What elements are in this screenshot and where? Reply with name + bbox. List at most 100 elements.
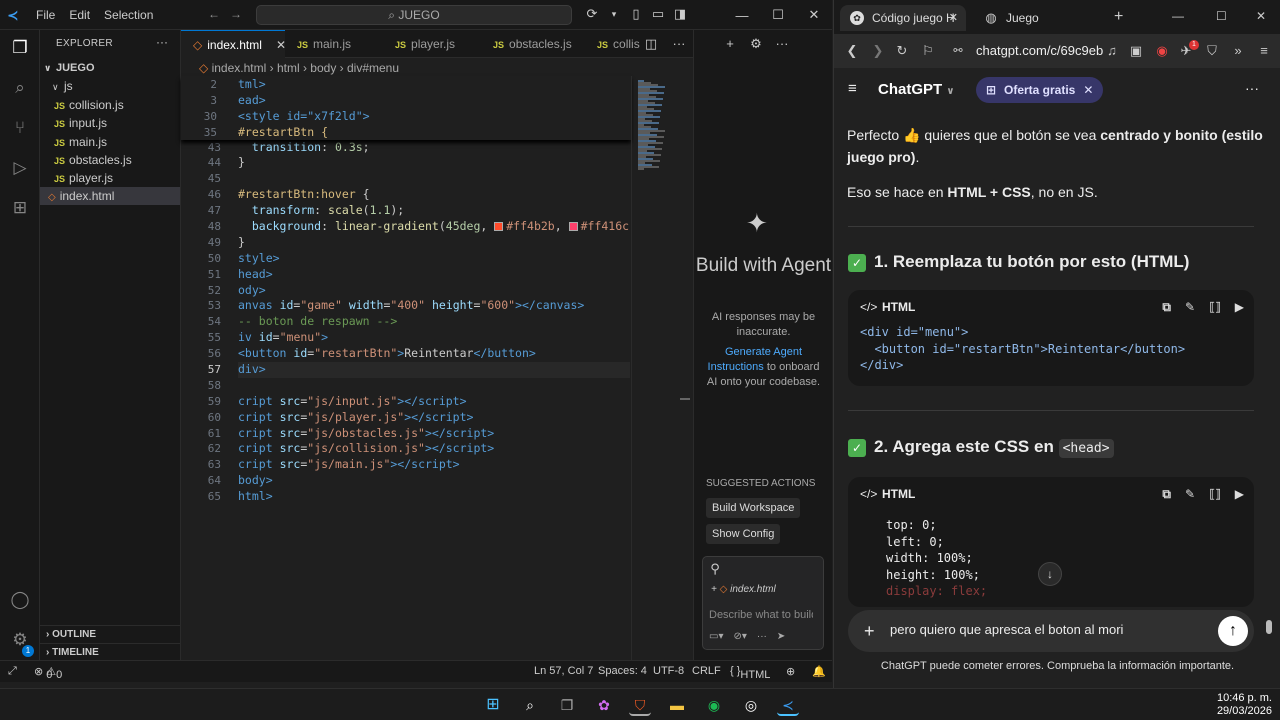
minimap[interactable] — [631, 76, 679, 660]
source-control-icon[interactable]: ⑂ — [10, 119, 30, 140]
reader-icon[interactable]: ▣ — [1128, 43, 1144, 59]
more-extensions-icon[interactable]: » — [1230, 43, 1246, 59]
tab-collision-js[interactable]: JS collis — [585, 30, 647, 58]
notifications-bell-icon[interactable]: 🔔 — [812, 665, 826, 678]
show-config-button[interactable]: Show Config — [706, 524, 781, 544]
tab-juego[interactable]: ◍ Juego — [974, 5, 1094, 31]
forward-arrow-icon[interactable]: → — [230, 7, 242, 21]
toggle-secondary-sidebar-icon[interactable]: ◨ — [672, 6, 688, 22]
extension-shield-icon[interactable]: ◉ — [1154, 43, 1170, 59]
agent-prompt-placeholder[interactable]: Describe what to build — [709, 609, 813, 621]
file-player[interactable]: JS player.js — [40, 169, 180, 187]
menu-file[interactable]: File — [36, 8, 55, 22]
outline-panel[interactable]: › OUTLINE — [40, 625, 180, 643]
bookmark-icon[interactable]: ⚐ — [920, 43, 936, 59]
build-workspace-button[interactable]: Build Workspace — [706, 498, 801, 518]
project-folder[interactable]: ∨ JUEGO — [40, 59, 180, 77]
prompt-composer[interactable]: + pero quiero que apresca el boton al mo… — [848, 610, 1254, 652]
chrome-icon[interactable]: ◎ — [740, 694, 762, 716]
tab-main-js[interactable]: JS main.js — [285, 30, 383, 58]
command-center-search[interactable]: ⌕ JUEGO — [256, 5, 572, 25]
minimize-icon[interactable]: — — [724, 8, 760, 23]
toggle-sidebar-icon[interactable]: ▯ — [628, 6, 644, 22]
page-scrollbar[interactable] — [1266, 80, 1272, 640]
prompt-input[interactable]: pero quiero que apresca el boton al mori — [890, 622, 1123, 637]
menu-selection[interactable]: Selection — [104, 8, 153, 22]
more-options-icon[interactable]: ··· — [1245, 80, 1259, 96]
close-offer-icon[interactable]: ✕ — [1083, 83, 1093, 97]
indentation[interactable]: Spaces: 4 — [598, 665, 647, 677]
timeline-panel[interactable]: › TIMELINE — [40, 643, 180, 661]
problems-indicator[interactable]: ⊗ 0 ⚠ 0 — [34, 665, 62, 681]
tab-obstacles-js[interactable]: JS obstacles.js — [481, 30, 585, 58]
menu-icon[interactable]: ≡ — [1256, 43, 1272, 59]
minimize-icon[interactable]: — — [1172, 9, 1184, 23]
new-chat-plus-icon[interactable]: + — [722, 36, 738, 52]
play-icon[interactable]: ▶ — [1235, 290, 1244, 324]
task-view-icon[interactable]: ❐ — [556, 694, 578, 716]
code-editor[interactable]: border-radius: 10px; background: linear-… — [238, 76, 630, 505]
line-ending[interactable]: CRLF — [692, 665, 721, 677]
tab-chatgpt[interactable]: ✿ Código juego H ✕ — [840, 5, 966, 31]
more-actions-icon[interactable]: ··· — [774, 36, 790, 52]
media-icon[interactable]: ♫ — [1104, 43, 1120, 59]
copilot-icon[interactable]: ⟳ — [584, 6, 600, 22]
send-arrow-icon[interactable]: ↑ — [1218, 616, 1248, 646]
system-clock[interactable]: 10:46 p. m. 29/03/2026 — [1217, 692, 1272, 718]
more-actions-icon[interactable]: ··· — [156, 35, 168, 49]
attach-paperclip-icon[interactable]: ⚲ — [707, 561, 723, 577]
agent-input-box[interactable]: ⚲ + ◇ index.html Describe what to build … — [702, 556, 824, 650]
menu-edit[interactable]: Edit — [69, 8, 90, 22]
search-icon[interactable]: ⌕ — [519, 694, 541, 716]
copilot-status-icon[interactable]: ⊕ — [786, 665, 795, 678]
add-attachment-plus-icon[interactable]: + — [864, 621, 875, 642]
color-swatch[interactable] — [568, 222, 578, 232]
sticky-line[interactable]: 2 tml> — [181, 76, 631, 92]
settings-gear-icon[interactable]: ⚙ — [748, 36, 764, 52]
sticky-line[interactable]: 30 <style id="x7f2ld"> — [181, 108, 631, 124]
vpn-icon[interactable]: ⛉ — [1204, 43, 1220, 59]
maximize-icon[interactable]: ☐ — [1216, 9, 1227, 23]
more-actions-icon[interactable]: ··· — [671, 36, 687, 52]
copilot-icon[interactable]: ✿ — [593, 694, 615, 716]
model-selector[interactable]: ChatGPT ∨ — [878, 81, 954, 98]
explorer-icon[interactable]: ❐ — [10, 39, 30, 60]
sticky-line[interactable]: 35 #restartBtn { — [181, 124, 631, 140]
send-arrow-icon[interactable]: ➤ — [777, 631, 785, 642]
copy-icon[interactable]: ⧉ — [1162, 290, 1171, 324]
breadcrumb-body[interactable]: body — [310, 61, 336, 75]
toggle-panel-icon[interactable]: ▭ — [650, 6, 666, 22]
maximize-icon[interactable]: ☐ — [760, 7, 796, 23]
account-icon[interactable]: ◯ — [10, 591, 30, 612]
site-info-icon[interactable]: ⚯ — [950, 43, 966, 59]
mode-picker-icon[interactable]: ▭▾ — [709, 631, 723, 642]
back-icon[interactable]: ❮ — [844, 43, 860, 59]
vscode-taskbar-icon[interactable]: ≺ — [777, 694, 799, 716]
run-code-icon[interactable]: ⟦⟧ — [1209, 477, 1221, 511]
remote-indicator-icon[interactable]: ⤢ — [8, 665, 17, 678]
run-debug-icon[interactable]: ▷ — [10, 159, 30, 180]
edit-pencil-icon[interactable]: ✎ — [1185, 477, 1195, 511]
offer-badge[interactable]: ⊞ Oferta gratis ✕ — [976, 77, 1104, 103]
copy-icon[interactable]: ⧉ — [1162, 477, 1171, 511]
more-actions-icon[interactable]: ··· — [757, 631, 767, 642]
run-code-icon[interactable]: ⟦⟧ — [1209, 290, 1221, 324]
chevron-down-icon[interactable]: ▾ — [606, 6, 622, 22]
split-editor-icon[interactable]: ◫ — [643, 36, 659, 52]
breadcrumb-file[interactable]: index.html — [212, 61, 267, 75]
close-tab-icon[interactable]: ✕ — [949, 5, 958, 31]
brave-browser-icon[interactable]: ⛉ — [629, 694, 651, 716]
breadcrumb-html[interactable]: html — [277, 61, 300, 75]
scroll-down-arrow-icon[interactable]: ↓ — [1038, 562, 1062, 586]
file-main[interactable]: JS main.js — [40, 133, 180, 151]
new-tab-plus-icon[interactable]: + — [1114, 8, 1123, 26]
file-index-html[interactable]: ◇ index.html — [40, 187, 180, 205]
language-mode[interactable]: { } HTML — [730, 665, 770, 681]
sidebar-toggle-icon[interactable]: ≡ — [848, 80, 857, 97]
spotify-icon[interactable]: ◉ — [703, 694, 725, 716]
context-chip[interactable]: + ◇ index.html — [711, 584, 776, 595]
forward-icon[interactable]: ❯ — [870, 43, 886, 59]
cursor-position[interactable]: Ln 57, Col 7 — [534, 665, 593, 677]
tools-icon[interactable]: ⊘▾ — [733, 631, 746, 642]
folder-js[interactable]: ∨ js — [40, 77, 180, 95]
